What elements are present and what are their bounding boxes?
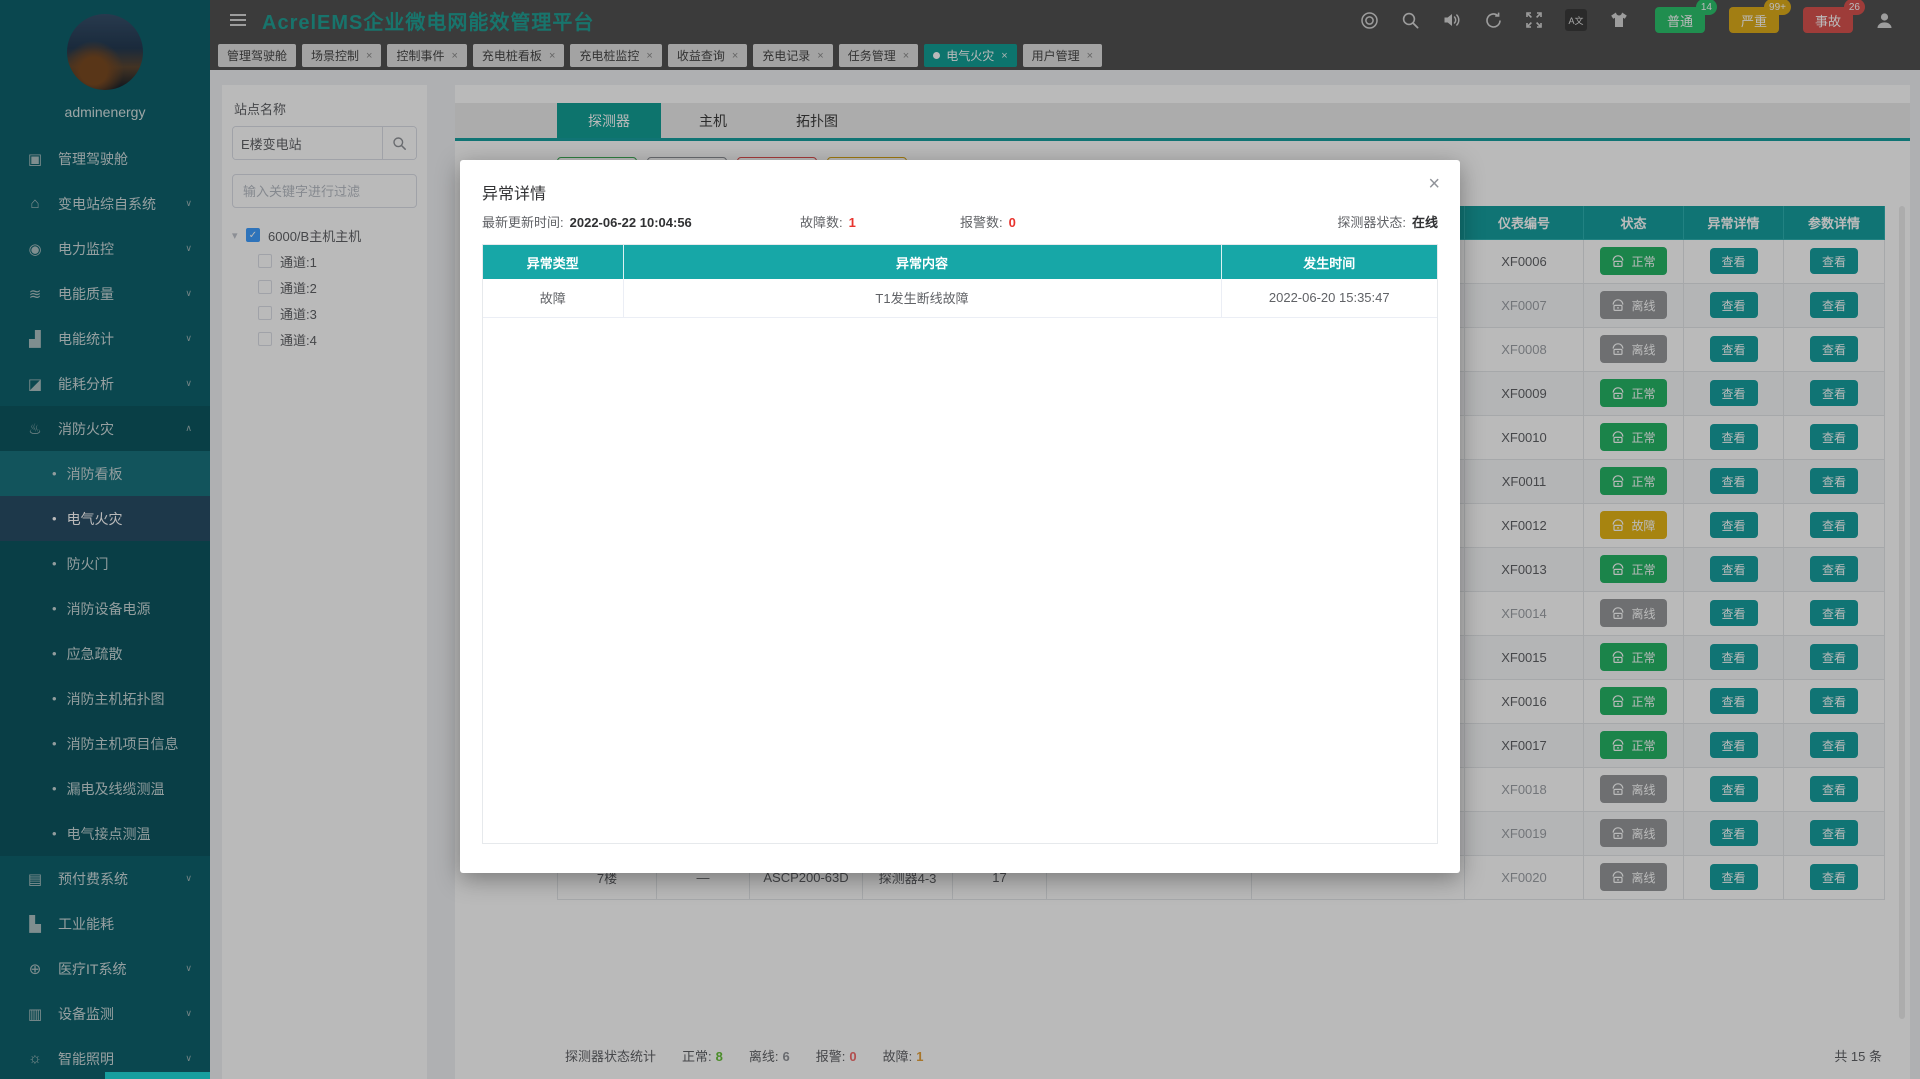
exception-col-header: 异常类型 <box>483 245 623 279</box>
exception-table-body: 故障T1发生断线故障2022-06-20 15:35:47 <box>483 279 1437 317</box>
exception-row: 故障T1发生断线故障2022-06-20 15:35:47 <box>483 279 1437 317</box>
exception-col-header: 异常内容 <box>623 245 1221 279</box>
alarm-count-label: 报警数: <box>960 215 1003 230</box>
exception-cell: 2022-06-20 15:35:47 <box>1221 279 1437 317</box>
detector-status-label: 探测器状态: <box>1337 215 1406 230</box>
app-window: adminenergy ▣管理驾驶舱⌂变电站综自系统∨◉电力监控∨≋电能质量∨▟… <box>0 0 1920 1079</box>
exception-cell: 故障 <box>483 279 623 317</box>
exception-detail-modal: × 异常详情 最新更新时间: 2022-06-22 10:04:56 故障数: 1 … <box>460 160 1460 873</box>
updated-value: 2022-06-22 10:04:56 <box>570 215 692 230</box>
exception-cell: T1发生断线故障 <box>623 279 1221 317</box>
detector-status-value: 在线 <box>1412 215 1438 230</box>
modal-title: 异常详情 <box>482 180 546 204</box>
close-icon[interactable]: × <box>1428 174 1440 194</box>
exception-table: 异常类型异常内容发生时间 故障T1发生断线故障2022-06-20 15:35:… <box>483 245 1437 318</box>
fault-count-value: 1 <box>849 215 856 230</box>
updated-label: 最新更新时间: <box>482 215 564 230</box>
fault-count-label: 故障数: <box>800 215 843 230</box>
exception-table-wrap: 异常类型异常内容发生时间 故障T1发生断线故障2022-06-20 15:35:… <box>482 244 1438 844</box>
modal-info-row: 最新更新时间: 2022-06-22 10:04:56 故障数: 1 报警数: 0 探… <box>482 212 1438 232</box>
exception-table-header-row: 异常类型异常内容发生时间 <box>483 245 1437 279</box>
exception-col-header: 发生时间 <box>1221 245 1437 279</box>
alarm-count-value: 0 <box>1009 215 1016 230</box>
